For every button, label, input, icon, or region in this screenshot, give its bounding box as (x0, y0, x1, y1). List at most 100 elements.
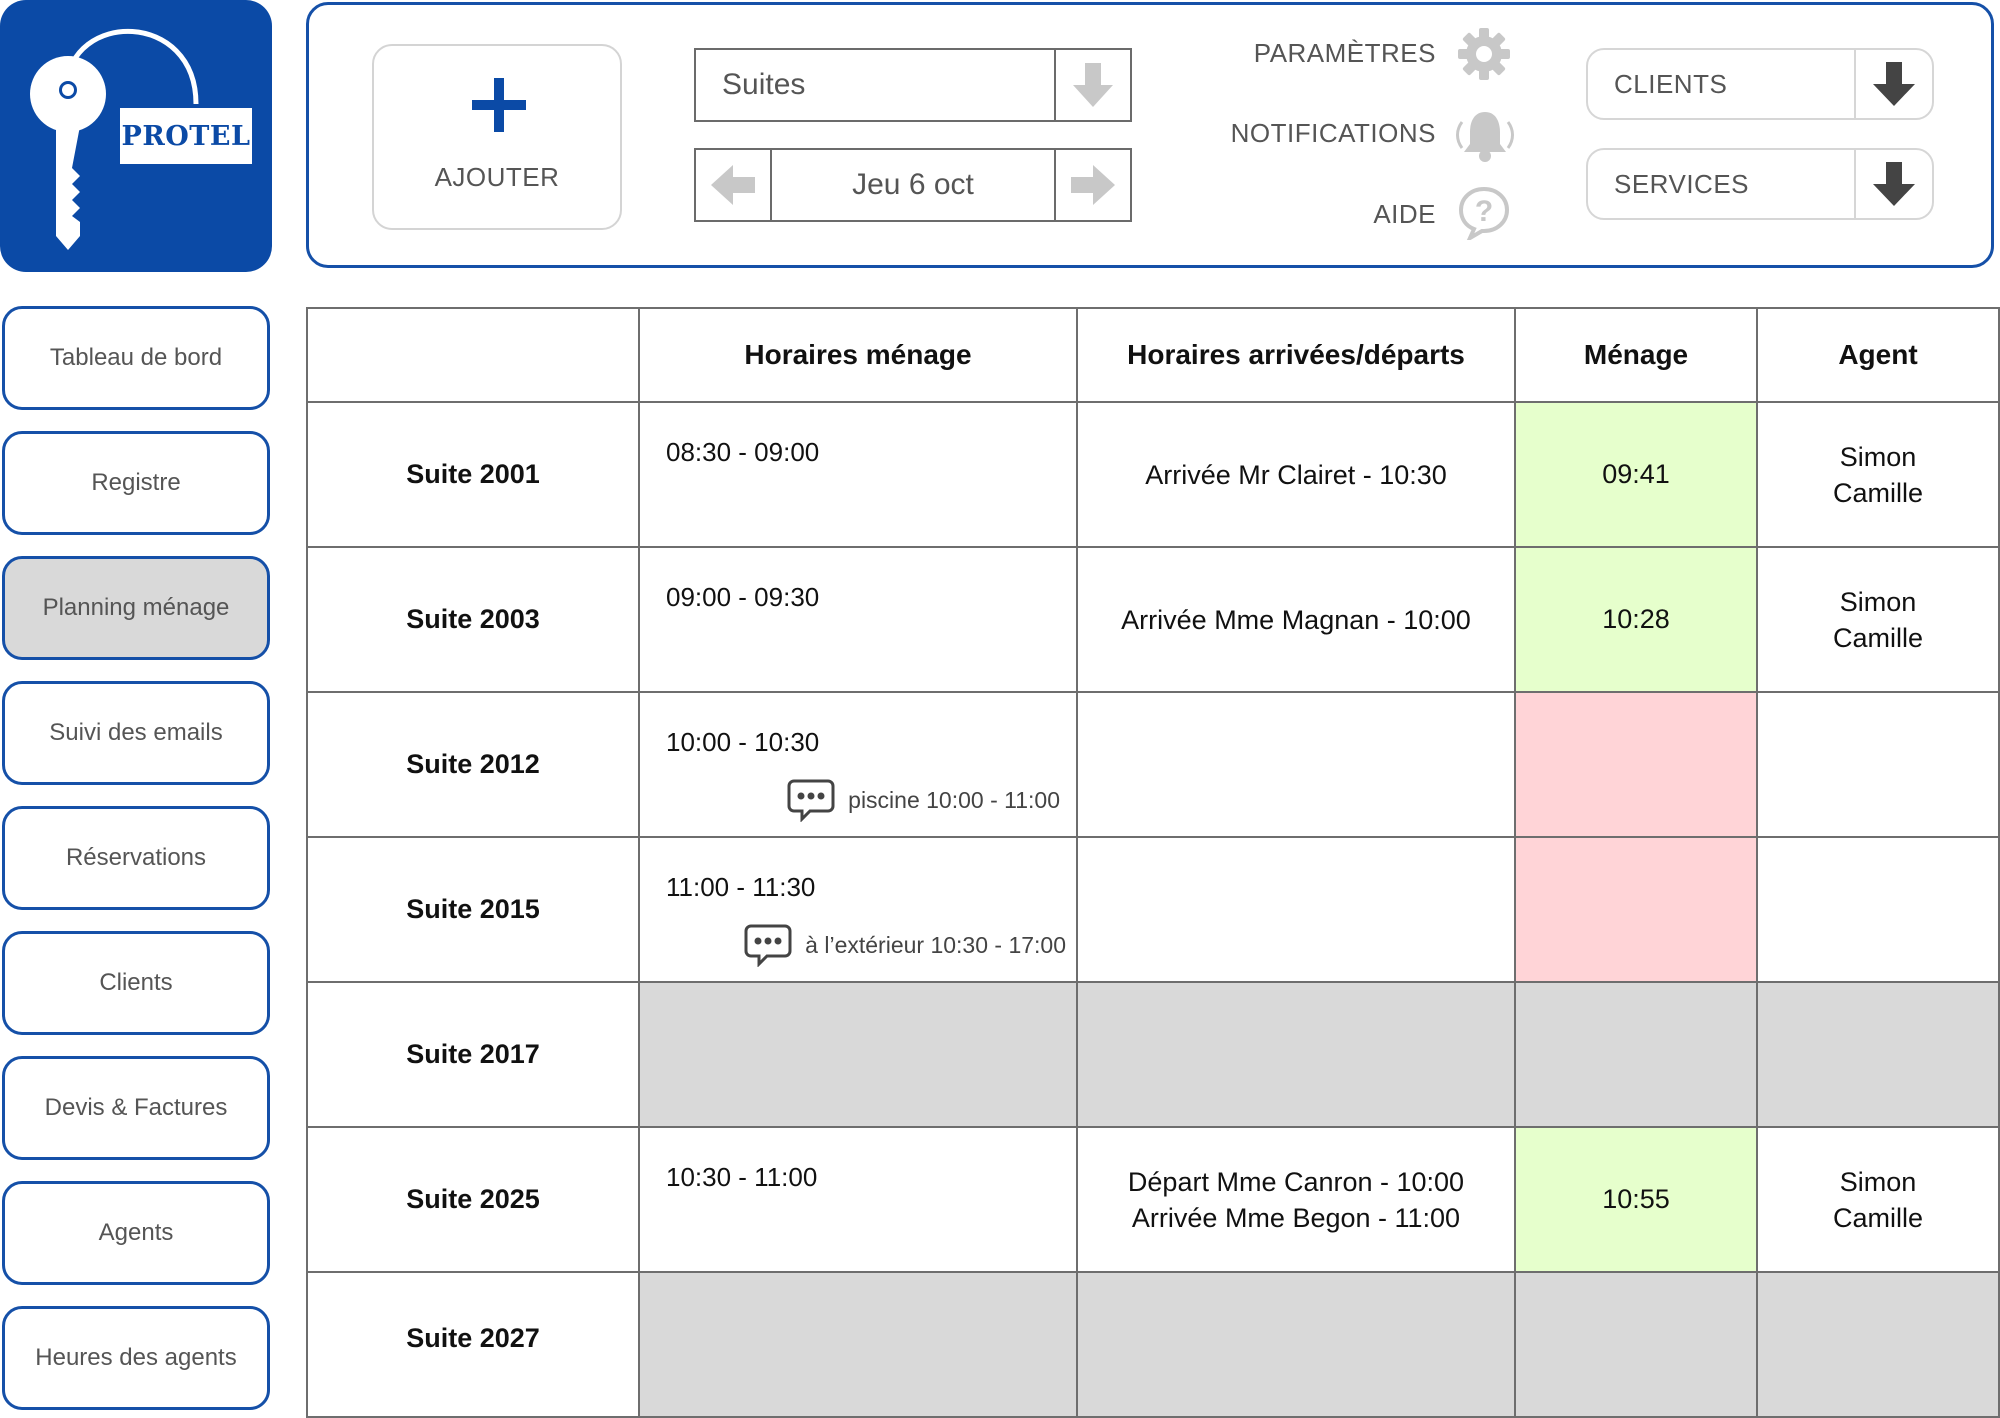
suite-name: Suite 2025 (306, 1126, 640, 1273)
guest-note[interactable]: à l’extérieur 10:30 - 17:00 (743, 923, 1066, 967)
table-row[interactable]: Suite 2025 10:30 - 11:00 Départ Mme Canr… (306, 1126, 2000, 1273)
arrow-down-icon (1873, 62, 1915, 106)
arrivals-cell[interactable] (1076, 836, 1516, 983)
cleaning-status-cell (1514, 981, 1758, 1128)
suite-name: Suite 2027 (306, 1271, 640, 1418)
cleaning-time: 10:00 - 10:30 (666, 727, 820, 757)
sidebar-item-dashboard[interactable]: Tableau de bord (2, 306, 270, 410)
gear-icon[interactable] (1458, 28, 1510, 80)
cleaning-status-cell[interactable] (1514, 691, 1758, 838)
arrow-left-icon (711, 165, 755, 205)
sidebar-item-quotes-invoices[interactable]: Devis & Factures (2, 1056, 270, 1160)
arrival-entry: Arrivée Mme Begon - 11:00 (1131, 1202, 1461, 1233)
settings-link[interactable]: PARAMÈTRES (1200, 38, 1436, 69)
agent-cell[interactable] (1756, 836, 2000, 983)
agent-cell[interactable]: Simon Camille (1756, 1126, 2000, 1273)
guest-note[interactable]: piscine 10:00 - 11:00 (786, 778, 1060, 822)
header-cleaning-status: Ménage (1514, 307, 1758, 403)
cleaning-status-cell[interactable]: 10:28 (1514, 546, 1758, 693)
table-row[interactable]: Suite 2001 08:30 - 09:00 Arrivée Mr Clai… (306, 401, 2000, 548)
cleaning-status-cell[interactable] (1514, 836, 1758, 983)
protel-logo[interactable]: PROTEL (0, 0, 272, 272)
suite-name: Suite 2012 (306, 691, 640, 838)
table-header-row: Horaires ménage Horaires arrivées/départ… (306, 307, 2000, 403)
cleaning-time-cell (638, 981, 1078, 1128)
agent-cell[interactable]: Simon Camille (1756, 546, 2000, 693)
suite-name: Suite 2017 (306, 981, 640, 1128)
agent-cell (1756, 981, 2000, 1128)
arrivals-cell[interactable]: Arrivée Mr Clairet - 10:30 (1076, 401, 1516, 548)
cleaning-status-cell[interactable]: 09:41 (1514, 401, 1758, 548)
arrivals-cell[interactable] (1076, 691, 1516, 838)
clients-dropdown[interactable]: CLIENTS (1586, 48, 1934, 120)
clients-dropdown-button[interactable] (1854, 50, 1932, 118)
cleaning-time-cell[interactable]: 11:00 - 11:30 à l’extérieur 10:30 - 17:0… (638, 836, 1078, 983)
chat-bubble-icon (787, 779, 835, 822)
suite-name: Suite 2003 (306, 546, 640, 693)
cleaning-status-cell[interactable]: 10:55 (1514, 1126, 1758, 1273)
next-day-button[interactable] (1054, 150, 1130, 220)
arrival-entry: Arrivée Mr Clairet - 10:30 (1145, 459, 1447, 490)
arrow-down-icon (1073, 63, 1113, 107)
table-row[interactable]: Suite 2017 (306, 981, 2000, 1128)
agent-name: Simon (1839, 1166, 1917, 1197)
bell-icon[interactable] (1454, 110, 1516, 162)
agent-name: Camille (1832, 622, 1924, 653)
sidebar-item-clients[interactable]: Clients (2, 931, 270, 1035)
agent-cell[interactable]: Simon Camille (1756, 401, 2000, 548)
arrivals-cell[interactable]: Départ Mme Canron - 10:00 Arrivée Mme Be… (1076, 1126, 1516, 1273)
cleaning-time: 08:30 - 09:00 (666, 437, 820, 467)
cleaning-time: 10:30 - 11:00 (666, 1162, 818, 1192)
guest-note-text: piscine 10:00 - 11:00 (848, 786, 1060, 813)
arrow-right-icon (1071, 165, 1115, 205)
cleaning-time-cell[interactable]: 10:30 - 11:00 (638, 1126, 1078, 1273)
plus-icon (472, 78, 526, 132)
svg-text:?: ? (1475, 195, 1493, 228)
date-navigator: Jeu 6 oct (694, 148, 1132, 222)
help-icon[interactable]: ? (1458, 186, 1510, 240)
arrival-entry: Arrivée Mme Magnan - 10:00 (1121, 604, 1471, 635)
sidebar-item-agent-hours[interactable]: Heures des agents (2, 1306, 270, 1410)
previous-day-button[interactable] (696, 150, 772, 220)
cleaning-time-cell[interactable]: 09:00 - 09:30 (638, 546, 1078, 693)
services-dropdown[interactable]: SERVICES (1586, 148, 1934, 220)
arrow-down-icon (1873, 162, 1915, 206)
cleaning-time-cell[interactable]: 08:30 - 09:00 (638, 401, 1078, 548)
sidebar-item-register[interactable]: Registre (2, 431, 270, 535)
agent-name: Camille (1832, 477, 1924, 508)
chat-bubble-icon (744, 924, 792, 967)
arrivals-cell[interactable]: Arrivée Mme Magnan - 10:00 (1076, 546, 1516, 693)
cleaning-time-cell (638, 1271, 1078, 1418)
clients-dropdown-label: CLIENTS (1614, 69, 1728, 99)
services-dropdown-button[interactable] (1854, 150, 1932, 218)
agent-name: Simon (1839, 586, 1917, 617)
notifications-link[interactable]: NOTIFICATIONS (1200, 118, 1436, 149)
current-date: Jeu 6 oct (852, 168, 974, 201)
table-row[interactable]: Suite 2027 (306, 1271, 2000, 1418)
arrivals-cell (1076, 981, 1516, 1128)
logo-text: PROTEL (120, 108, 252, 164)
cleaning-time: 09:00 - 09:30 (666, 582, 820, 612)
add-button[interactable]: AJOUTER (372, 44, 622, 230)
arrivals-cell (1076, 1271, 1516, 1418)
table-row[interactable]: Suite 2015 11:00 - 11:30 à l’extérieur 1… (306, 836, 2000, 983)
add-button-label: AJOUTER (434, 162, 560, 192)
departure-entry: Départ Mme Canron - 10:00 (1127, 1166, 1465, 1197)
services-dropdown-label: SERVICES (1614, 169, 1750, 199)
suite-type-dropdown-button[interactable] (1054, 50, 1130, 120)
cleaning-time-cell[interactable]: 10:00 - 10:30 piscine 10:00 - 11:00 (638, 691, 1078, 838)
header-agent: Agent (1756, 307, 2000, 403)
suite-name: Suite 2001 (306, 401, 640, 548)
sidebar-item-cleaning-schedule[interactable]: Planning ménage (2, 556, 270, 660)
agent-name: Simon (1839, 441, 1917, 472)
help-link[interactable]: AIDE (1200, 199, 1436, 230)
table-row[interactable]: Suite 2003 09:00 - 09:30 Arrivée Mme Mag… (306, 546, 2000, 693)
suite-type-select[interactable]: Suites (694, 48, 1132, 122)
table-row[interactable]: Suite 2012 10:00 - 10:30 piscine 10:00 -… (306, 691, 2000, 838)
sidebar-item-email-tracking[interactable]: Suivi des emails (2, 681, 270, 785)
sidebar-item-reservations[interactable]: Réservations (2, 806, 270, 910)
suite-name: Suite 2015 (306, 836, 640, 983)
sidebar-item-agents[interactable]: Agents (2, 1181, 270, 1285)
suite-type-value: Suites (722, 68, 806, 101)
agent-cell[interactable] (1756, 691, 2000, 838)
